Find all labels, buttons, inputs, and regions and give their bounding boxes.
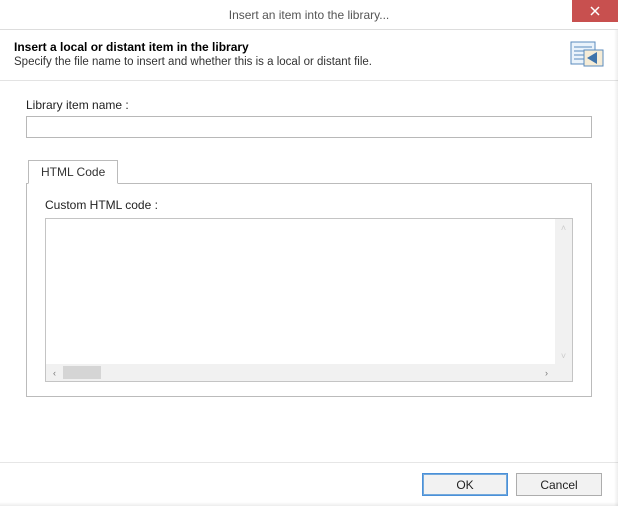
tab-container: HTML Code Custom HTML code : ˄ ˅ ‹ › [26,160,592,397]
body-panel: Library item name : HTML Code Custom HTM… [0,81,618,407]
vertical-scrollbar[interactable]: ˄ ˅ [555,219,572,364]
header-title: Insert a local or distant item in the li… [14,40,604,54]
code-box: ˄ ˅ ‹ › [45,218,573,382]
custom-html-textarea[interactable] [46,219,555,364]
tab-panel: Custom HTML code : ˄ ˅ ‹ › [26,183,592,397]
horizontal-scroll-thumb[interactable] [63,366,101,379]
scroll-down-icon: ˅ [555,347,572,364]
tab-label-text: HTML Code [41,165,105,179]
cancel-button[interactable]: Cancel [516,473,602,496]
scroll-up-icon: ˄ [555,219,572,236]
titlebar: Insert an item into the library... [0,0,618,30]
header-panel: Insert a local or distant item in the li… [0,30,618,81]
scroll-right-icon[interactable]: › [538,364,555,381]
library-icon [570,38,604,71]
scroll-left-icon[interactable]: ‹ [46,364,63,381]
close-button[interactable] [572,0,618,22]
library-item-label: Library item name : [26,98,592,112]
footer: OK Cancel [0,462,618,506]
custom-html-label: Custom HTML code : [45,198,573,212]
scroll-corner [555,364,572,381]
tab-html-code[interactable]: HTML Code [28,160,118,184]
header-subtitle: Specify the file name to insert and whet… [14,56,604,68]
library-item-input[interactable] [26,116,592,138]
close-icon [590,6,600,16]
window-title: Insert an item into the library... [229,8,390,22]
horizontal-scrollbar[interactable]: ‹ › [46,364,555,381]
ok-button[interactable]: OK [422,473,508,496]
